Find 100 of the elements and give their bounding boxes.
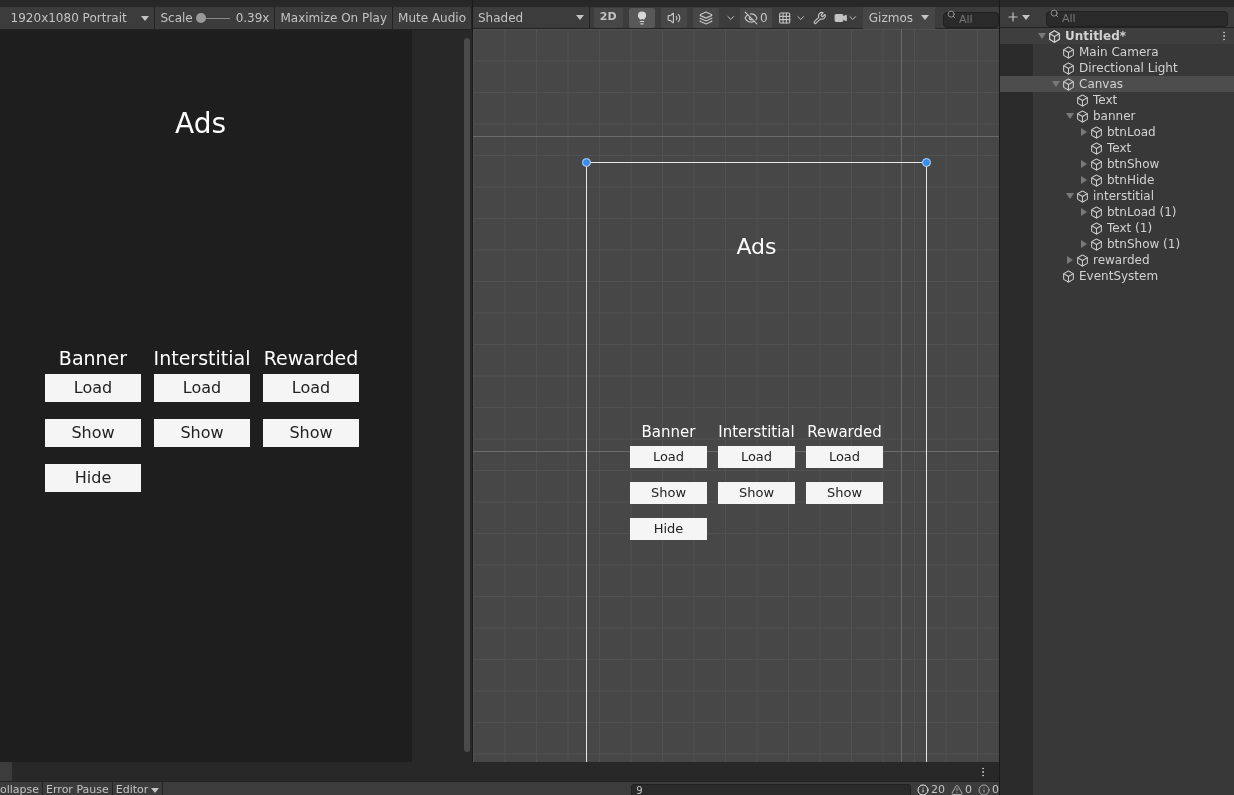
ad-button[interactable]: Show	[154, 419, 250, 447]
ad-button[interactable]: Show	[45, 419, 141, 447]
speaker-icon	[666, 10, 681, 25]
cube-icon	[1090, 141, 1103, 155]
screen-title: Ads	[174, 106, 227, 142]
console-toggle[interactable]: ollapse	[0, 782, 44, 795]
cube-icon	[1090, 205, 1103, 219]
cube-icon	[1062, 77, 1075, 91]
hierarchy-item[interactable]: rewarded	[1000, 252, 1234, 268]
column-heading: Interstitial	[718, 423, 795, 441]
hierarchy-item[interactable]: btnShow (1)	[1000, 236, 1234, 252]
ad-button[interactable]: Load	[154, 374, 250, 402]
cube-icon	[1076, 93, 1089, 107]
add-icon[interactable]	[1006, 10, 1020, 24]
hierarchy-item[interactable]: btnShow	[1000, 156, 1234, 172]
toolbar-toggle[interactable]: Mute Audio	[393, 7, 472, 29]
cube-icon	[1090, 221, 1103, 235]
hierarchy-item[interactable]: Main Camera	[1000, 44, 1234, 60]
warning-icon	[951, 784, 963, 795]
layers-icon	[698, 10, 713, 25]
ad-button[interactable]: Hide	[630, 518, 707, 540]
anchor-handle[interactable]	[922, 158, 931, 167]
hierarchy-item[interactable]: Untitled*	[1000, 28, 1234, 44]
cube-icon	[1090, 125, 1103, 139]
gizmos-dropdown[interactable]: Gizmos	[862, 6, 936, 29]
toolbar-toggle[interactable]: Maximize On Play	[275, 7, 394, 29]
cube-icon	[1062, 45, 1075, 59]
search-icon	[1050, 9, 1059, 18]
hierarchy-item[interactable]: btnHide	[1000, 172, 1234, 188]
hierarchy-item[interactable]: btnLoad (1)	[1000, 204, 1234, 220]
caret-icon	[1022, 14, 1030, 20]
scale-label: Scale	[160, 10, 193, 27]
search-field[interactable]: All	[1046, 11, 1228, 28]
caret-icon	[141, 15, 150, 21]
ad-button[interactable]: Show	[806, 482, 883, 504]
column-heading: Banner	[58, 346, 128, 370]
expand-arrow-icon[interactable]	[1052, 81, 1060, 87]
cube-icon	[1090, 237, 1103, 251]
cube-icon	[1062, 269, 1075, 283]
console-search-field[interactable]: 9	[631, 784, 911, 795]
ad-button[interactable]: Load	[630, 446, 707, 468]
hierarchy-item[interactable]: EventSystem	[1000, 268, 1234, 284]
cube-icon	[1090, 173, 1103, 187]
column-heading: Rewarded	[263, 346, 359, 370]
slider-thumb[interactable]	[196, 13, 207, 23]
ad-button[interactable]: Load	[263, 374, 359, 402]
column-heading: Rewarded	[807, 423, 882, 441]
scrollbar[interactable]	[464, 38, 470, 752]
console-toggle[interactable]: Error Pause	[43, 782, 113, 795]
hidden-count: 0	[760, 9, 768, 27]
log-count[interactable]: 20	[917, 782, 945, 795]
ad-button[interactable]: Hide	[45, 464, 141, 492]
hierarchy-item[interactable]: btnLoad	[1000, 124, 1234, 140]
view-toggle[interactable]	[692, 7, 719, 28]
editor-dropdown[interactable]: Editor	[112, 782, 164, 795]
hierarchy-item[interactable]: Text	[1000, 140, 1234, 156]
shading-dropdown[interactable]: Shaded	[473, 6, 590, 29]
ad-button[interactable]: Load	[45, 374, 141, 402]
collapse-arrow-icon[interactable]	[1081, 208, 1087, 216]
scale-slider[interactable]	[198, 13, 230, 23]
cube-icon	[1076, 189, 1089, 203]
ad-button[interactable]: Show	[263, 419, 359, 447]
log-count[interactable]: 0	[951, 782, 972, 795]
cube-icon	[1062, 61, 1075, 75]
cube-icon	[1090, 157, 1103, 171]
error-icon	[978, 784, 990, 795]
ad-button[interactable]: Show	[630, 482, 707, 504]
expand-arrow-icon[interactable]	[1066, 113, 1074, 119]
ad-button[interactable]: Show	[718, 482, 795, 504]
hierarchy-item[interactable]: interstitial	[1000, 188, 1234, 204]
caret-icon	[151, 787, 160, 793]
info-icon	[917, 784, 929, 795]
collapse-arrow-icon[interactable]	[1081, 128, 1087, 136]
expand-arrow-icon[interactable]	[1038, 33, 1046, 39]
hierarchy-item[interactable]: Text (1)	[1000, 220, 1234, 236]
grid-icon[interactable]	[777, 10, 792, 25]
column-heading: Interstitial	[153, 346, 251, 370]
hierarchy-item[interactable]: Text	[1000, 92, 1234, 108]
tools-icon[interactable]	[812, 10, 826, 25]
hierarchy-item[interactable]: banner	[1000, 108, 1234, 124]
caret-icon	[921, 15, 930, 20]
hierarchy-item[interactable]: Directional Light	[1000, 60, 1234, 76]
scale-value: 0.39x	[235, 10, 270, 27]
view-toggle[interactable]	[660, 7, 687, 28]
caret-icon	[576, 15, 584, 20]
2d-toggle[interactable]: 2D	[593, 7, 623, 28]
hierarchy-item[interactable]: Canvas	[1000, 76, 1234, 92]
log-count[interactable]: 0	[978, 782, 999, 795]
search-field[interactable]: All	[943, 11, 1000, 28]
resolution-dropdown[interactable]: 1920x1080 Portrait	[5, 7, 156, 29]
ad-button[interactable]: Load	[718, 446, 795, 468]
search-icon	[947, 9, 957, 19]
screen-title: Ads	[736, 233, 777, 261]
expand-arrow-icon[interactable]	[1066, 193, 1074, 199]
anchor-handle[interactable]	[582, 158, 591, 167]
cube-icon	[1076, 109, 1089, 123]
ad-button[interactable]: Load	[806, 446, 883, 468]
hidden-eye-icon[interactable]	[744, 10, 759, 25]
view-toggle[interactable]	[628, 7, 655, 28]
cube-icon	[1076, 253, 1089, 267]
